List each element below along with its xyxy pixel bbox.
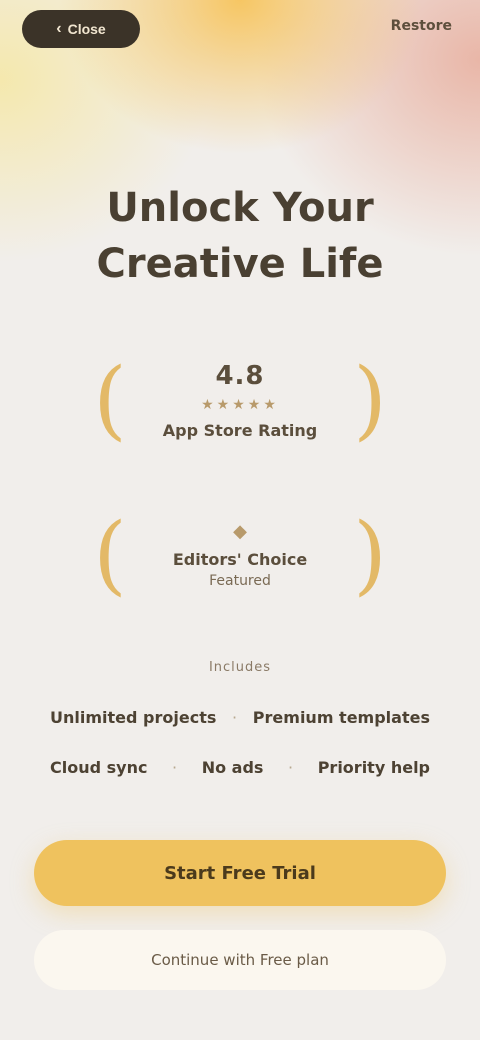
- rating-value: 4.8: [215, 360, 265, 391]
- award-rating-content: 4.8 ★★★★★ App Store Rating: [130, 361, 350, 440]
- diamond-icon: ◆: [233, 521, 247, 542]
- separator-dot: ·: [288, 758, 294, 777]
- features-row-2: Cloud sync · No ads · Priority help: [50, 758, 430, 777]
- chevron-left-icon: ‹: [56, 20, 62, 37]
- top-bar: ‹ Close Restore: [0, 0, 480, 60]
- close-button[interactable]: ‹ Close: [22, 10, 140, 48]
- separator-dot: ·: [172, 758, 178, 777]
- award-editors-choice: ( ◆ Editors' Choice Featured ): [90, 495, 390, 615]
- award-editors-content: ◆ Editors' Choice Featured: [130, 521, 350, 589]
- features-heading: Includes: [208, 660, 272, 675]
- top-right-actions: Restore: [391, 18, 452, 34]
- start-trial-button[interactable]: Start Free Trial: [34, 840, 446, 906]
- feature-item: Unlimited projects: [50, 708, 217, 727]
- laurel-left-icon: (: [93, 350, 127, 450]
- features-row-1: Unlimited projects · Premium templates: [50, 708, 430, 727]
- close-button-label: Close: [67, 21, 106, 37]
- feature-item: Cloud sync: [50, 758, 148, 777]
- title-line-1: Unlock Your: [106, 185, 374, 231]
- editors-choice-label: Editors' Choice: [172, 550, 308, 569]
- laurel-right-icon: ): [353, 350, 387, 450]
- rating-label: App Store Rating: [162, 420, 318, 440]
- laurel-left-icon: (: [93, 505, 127, 605]
- feature-item: Priority help: [317, 758, 430, 777]
- continue-free-button[interactable]: Continue with Free plan: [34, 930, 446, 990]
- laurel-right-icon: ): [353, 505, 387, 605]
- feature-item: No ads: [201, 758, 264, 777]
- editors-choice-sub: Featured: [209, 573, 271, 589]
- rating-stars-icon: ★★★★★: [201, 396, 279, 413]
- award-rating: ( 4.8 ★★★★★ App Store Rating ): [90, 340, 390, 460]
- page-title: Unlock Your Creative Life: [40, 180, 440, 292]
- title-line-2: Creative Life: [96, 241, 384, 287]
- feature-item: Premium templates: [252, 708, 430, 727]
- paywall-screen: ‹ Close Restore Unlock Your Creative Lif…: [0, 0, 480, 1040]
- separator-dot: ·: [232, 708, 238, 727]
- restore-link[interactable]: Restore: [391, 18, 452, 34]
